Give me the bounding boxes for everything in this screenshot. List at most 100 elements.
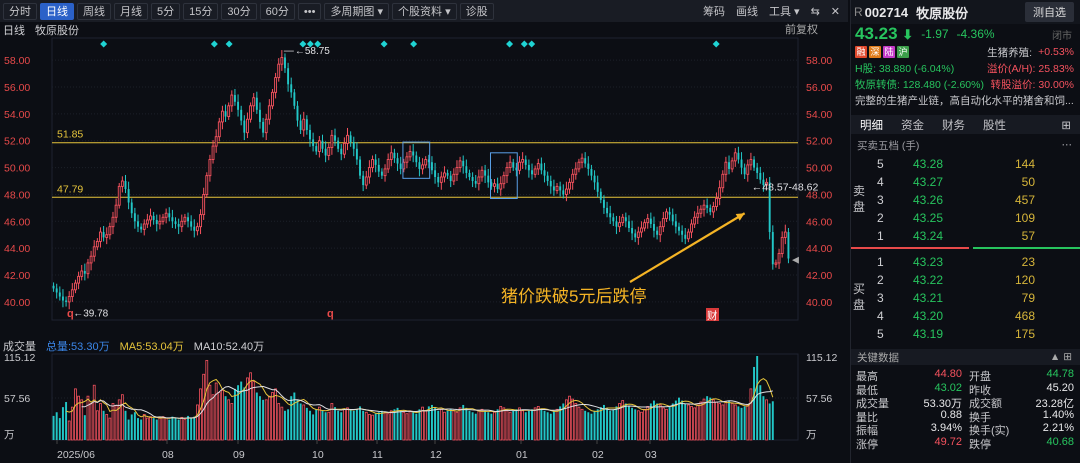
candle[interactable] (564, 188, 568, 195)
candle[interactable] (255, 97, 258, 110)
candle[interactable] (449, 175, 452, 182)
candle[interactable] (774, 262, 778, 265)
candle[interactable] (389, 152, 393, 160)
candle[interactable] (430, 162, 433, 171)
candle[interactable] (771, 232, 774, 265)
orderbook-menu-icon[interactable]: ⋯ (1062, 139, 1073, 151)
candle[interactable] (349, 135, 352, 143)
toolbar-button-5[interactable]: 15分 (183, 2, 219, 20)
candle[interactable] (740, 159, 743, 168)
candle[interactable] (315, 146, 318, 152)
candle[interactable] (296, 105, 299, 121)
toolbar-button-0[interactable]: 分时 (3, 2, 37, 20)
candle[interactable] (309, 129, 311, 140)
candle[interactable] (302, 118, 306, 131)
candle[interactable] (158, 220, 162, 225)
candle[interactable] (321, 140, 324, 149)
candle[interactable] (330, 134, 334, 148)
candle[interactable] (355, 148, 358, 160)
candle[interactable] (102, 232, 105, 238)
candle[interactable] (371, 159, 374, 169)
candle[interactable] (230, 94, 234, 107)
candle[interactable] (527, 164, 530, 171)
candle[interactable] (290, 84, 293, 93)
candle[interactable] (168, 213, 171, 218)
candle[interactable] (217, 121, 221, 138)
candle[interactable] (587, 163, 590, 169)
candle[interactable] (195, 226, 199, 232)
candle[interactable] (74, 282, 77, 291)
candle[interactable] (130, 202, 133, 214)
candle[interactable] (214, 136, 218, 147)
candle[interactable] (287, 68, 290, 85)
candle[interactable] (599, 191, 602, 200)
candle[interactable] (562, 190, 565, 195)
candle[interactable] (208, 159, 212, 177)
candle[interactable] (533, 168, 537, 175)
adjust-mode-label[interactable]: 前复权 (785, 22, 818, 38)
candle[interactable] (364, 176, 368, 186)
candle[interactable] (656, 230, 659, 235)
candle[interactable] (484, 170, 487, 176)
candle[interactable] (730, 160, 734, 170)
candle[interactable] (724, 161, 728, 175)
candle[interactable] (334, 135, 336, 141)
candle[interactable] (264, 118, 268, 134)
candle[interactable] (621, 216, 625, 224)
tab-4[interactable]: ⊞ (1052, 118, 1080, 132)
candle[interactable] (380, 171, 383, 176)
candle[interactable] (721, 173, 725, 189)
toolbar-button-8[interactable]: ••• (297, 2, 322, 20)
event-marker-icon[interactable] (520, 40, 528, 48)
toolbar-button-11[interactable]: 诊股 (459, 2, 494, 20)
sell-row[interactable]: 1 43.24 57 (851, 227, 1080, 245)
candle[interactable] (646, 218, 650, 224)
candle[interactable] (211, 145, 215, 160)
candle[interactable] (543, 170, 546, 176)
candle[interactable] (293, 92, 296, 106)
candle[interactable] (618, 222, 621, 228)
candle[interactable] (342, 142, 346, 155)
candle[interactable] (715, 198, 718, 207)
candle[interactable] (224, 111, 227, 117)
candle[interactable] (227, 105, 231, 118)
candle[interactable] (559, 186, 562, 191)
candle[interactable] (177, 223, 180, 227)
candle[interactable] (199, 214, 202, 228)
candle[interactable] (636, 231, 640, 238)
candle[interactable] (555, 185, 559, 191)
q-marker[interactable]: q (327, 308, 334, 320)
candle[interactable] (780, 236, 784, 254)
candle[interactable] (393, 152, 396, 159)
candle[interactable] (140, 226, 143, 230)
candle[interactable] (640, 227, 643, 233)
candle[interactable] (327, 146, 331, 156)
candle[interactable] (145, 219, 149, 225)
candle[interactable] (787, 232, 790, 259)
candle[interactable] (759, 172, 762, 180)
candle[interactable] (277, 63, 281, 79)
candle[interactable] (718, 187, 722, 199)
toolbar-button-1[interactable]: 日线 (40, 2, 74, 20)
candle[interactable] (418, 162, 421, 169)
candle[interactable] (580, 157, 584, 163)
candle[interactable] (437, 176, 440, 183)
candle[interactable] (340, 148, 343, 155)
candle[interactable] (477, 176, 481, 185)
tab-2[interactable]: 财务 (933, 117, 974, 133)
candle[interactable] (624, 217, 627, 222)
candle[interactable] (737, 152, 740, 160)
candle[interactable] (202, 193, 206, 216)
collapse-icon[interactable]: ▲ ⊞ (1050, 351, 1072, 363)
candle[interactable] (180, 220, 184, 228)
candle[interactable] (86, 262, 90, 275)
candle[interactable] (267, 105, 271, 120)
candle[interactable] (480, 169, 484, 178)
candle[interactable] (678, 226, 680, 231)
event-marker-icon[interactable] (380, 40, 388, 48)
candle[interactable] (240, 109, 243, 121)
candle[interactable] (271, 91, 274, 107)
candle[interactable] (627, 221, 630, 229)
candle[interactable] (474, 181, 477, 184)
candle[interactable] (606, 207, 609, 214)
